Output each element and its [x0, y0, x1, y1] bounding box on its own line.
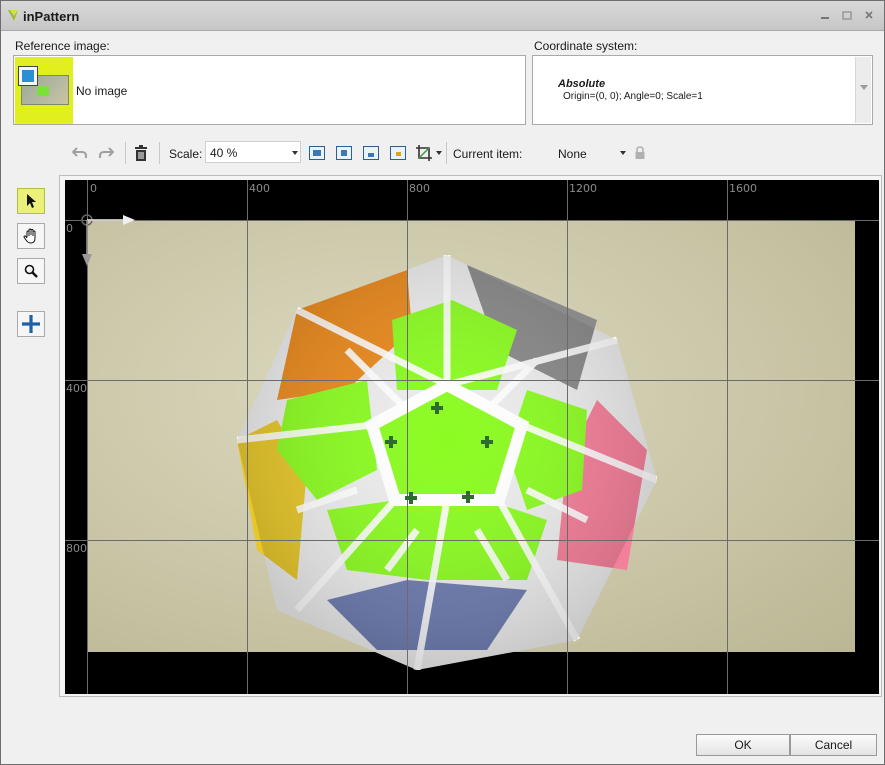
- add-point-tool-button[interactable]: [17, 311, 45, 337]
- fit-width-icon: [363, 146, 379, 160]
- select-tool-button[interactable]: [17, 188, 45, 214]
- origin-axes-icon[interactable]: [79, 212, 139, 272]
- ruler-x-label: 1600: [729, 182, 757, 195]
- coordinate-dropdown-button[interactable]: [855, 57, 871, 123]
- current-item-dropdown[interactable]: None: [558, 147, 587, 161]
- reference-image-thumbnail[interactable]: [15, 57, 73, 124]
- fit-width-button[interactable]: [361, 143, 381, 163]
- ruler-y-label: 800: [66, 542, 87, 555]
- minimize-icon: [821, 17, 829, 19]
- cursor-arrow-icon: [27, 194, 36, 208]
- grid-line-horizontal: [65, 540, 879, 541]
- coordinate-system-combo[interactable]: Absolute Origin=(0, 0); Angle=0; Scale=1: [532, 55, 873, 125]
- crop-icon: [416, 145, 432, 161]
- fit-region-icon: [390, 146, 406, 160]
- coordinate-system-label: Coordinate system:: [534, 39, 638, 53]
- chevron-down-icon[interactable]: [620, 151, 626, 155]
- close-button[interactable]: [862, 10, 876, 22]
- fit-image-icon: [309, 146, 325, 160]
- canvas-frame: 0 400 800 1200 1600 0 400 800: [59, 175, 882, 697]
- delete-button[interactable]: [131, 143, 151, 163]
- ruler-x-label: 1200: [569, 182, 597, 195]
- inpattern-window: inPattern Reference image: No image Coor…: [0, 0, 885, 765]
- chevron-down-icon: [860, 85, 868, 90]
- maximize-icon: [842, 11, 852, 20]
- crop-button[interactable]: [414, 143, 434, 163]
- reference-image-label: Reference image:: [15, 39, 110, 53]
- grid-line-vertical: [567, 180, 568, 694]
- app-logo-icon: [8, 10, 18, 21]
- title-bar: inPattern: [1, 1, 884, 31]
- toolbar-separator: [125, 142, 126, 164]
- close-icon: [865, 11, 873, 19]
- window-title: inPattern: [23, 9, 80, 24]
- minimize-button[interactable]: [818, 10, 832, 22]
- undo-icon: [72, 147, 87, 158]
- pattern-point-marker[interactable]: [385, 436, 397, 448]
- pattern-point-marker[interactable]: [431, 402, 443, 414]
- trash-icon: [135, 145, 147, 161]
- redo-button[interactable]: [96, 143, 116, 163]
- fit-selection-icon: [336, 146, 352, 160]
- redo-icon: [99, 147, 114, 158]
- current-item-label: Current item:: [453, 147, 523, 161]
- reference-image-panel[interactable]: No image: [13, 55, 526, 125]
- scale-label: Scale:: [169, 147, 203, 161]
- ruler-y-label: 0: [66, 222, 73, 235]
- reference-image-text: No image: [76, 84, 128, 98]
- ruler-y-label: 400: [66, 382, 87, 395]
- fit-selection-button[interactable]: [334, 143, 354, 163]
- pattern-point-marker[interactable]: [405, 492, 417, 504]
- scale-dropdown[interactable]: 40 %: [205, 141, 301, 163]
- ruler-x-label: 400: [249, 182, 270, 195]
- coordinate-system-name: Absolute: [558, 78, 606, 90]
- plus-icon: [22, 315, 40, 333]
- toolbar-separator: [159, 142, 160, 164]
- megaminx-puzzle-image: [237, 255, 657, 670]
- zoom-tool-button[interactable]: [17, 258, 45, 284]
- pattern-point-marker[interactable]: [462, 491, 474, 503]
- ruler-x-label: 800: [409, 182, 430, 195]
- magnifier-icon: [24, 264, 38, 278]
- pattern-point-marker[interactable]: [481, 436, 493, 448]
- lock-button[interactable]: [630, 143, 650, 163]
- lock-icon: [635, 146, 645, 159]
- cancel-button[interactable]: Cancel: [790, 734, 877, 756]
- grid-line-horizontal: [65, 380, 879, 381]
- chevron-down-icon: [292, 151, 298, 155]
- fit-image-button[interactable]: [307, 143, 327, 163]
- ruler-x-label: 0: [90, 182, 97, 195]
- toolbar: Scale: 40 % Current item: None: [65, 139, 885, 167]
- chevron-down-icon[interactable]: [436, 151, 442, 155]
- back-arrow-icon[interactable]: [18, 66, 38, 86]
- pattern-photo: [87, 220, 855, 670]
- coordinate-system-details: Origin=(0, 0); Angle=0; Scale=1: [563, 91, 703, 102]
- undo-button[interactable]: [70, 143, 90, 163]
- ok-button[interactable]: OK: [696, 734, 790, 756]
- gem-icon: [37, 86, 49, 96]
- scale-value: 40 %: [210, 146, 238, 160]
- image-canvas[interactable]: 0 400 800 1200 1600 0 400 800: [65, 180, 879, 694]
- grid-line-vertical: [247, 180, 248, 694]
- grid-line-horizontal: [65, 220, 879, 221]
- hand-icon: [23, 228, 36, 244]
- grid-line-vertical: [727, 180, 728, 694]
- fit-region-button[interactable]: [388, 143, 408, 163]
- pan-tool-button[interactable]: [17, 223, 45, 249]
- toolbar-separator: [446, 142, 447, 164]
- grid-line-vertical: [407, 180, 408, 694]
- maximize-button[interactable]: [840, 10, 854, 22]
